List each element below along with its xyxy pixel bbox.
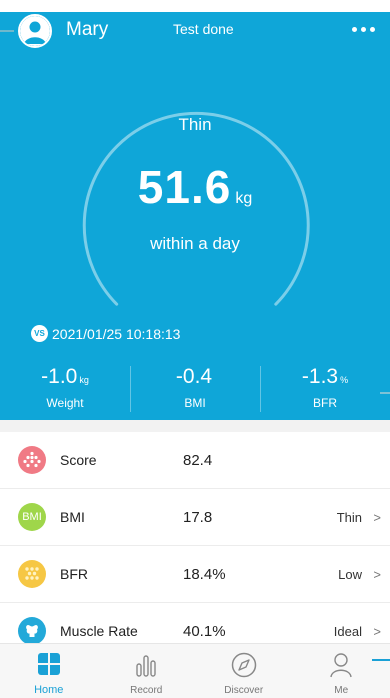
diff-bfr-value: -1.3 bbox=[301, 365, 339, 388]
comparison-diffs: -1.0 kg Weight -0.4 BMI -1.3% BFR bbox=[0, 364, 390, 414]
diff-bmi-value: -0.4 bbox=[175, 365, 213, 388]
nav-home-label: Home bbox=[34, 684, 64, 696]
comparison-date: 2021/01/25 10:18:13 bbox=[52, 325, 181, 342]
home-grid-icon bbox=[37, 653, 60, 675]
metric-value: 18.4% bbox=[183, 565, 226, 583]
metric-name: BMI bbox=[60, 509, 85, 525]
comparison-date-row[interactable]: VS 2021/01/25 10:18:13 bbox=[31, 325, 180, 342]
metric-name: Score bbox=[60, 452, 97, 468]
diff-weight: -1.0 kg Weight bbox=[0, 364, 130, 414]
weight-unit: kg bbox=[235, 190, 253, 207]
nav-discover-label: Discover bbox=[224, 685, 264, 696]
bmi-icon: BMI bbox=[18, 503, 46, 531]
diff-bmi-label: BMI bbox=[184, 396, 206, 410]
metric-value: 82.4 bbox=[183, 451, 213, 469]
edge-marker-right bbox=[380, 392, 390, 394]
nav-home[interactable]: Home bbox=[0, 644, 98, 698]
metric-name: BFR bbox=[60, 566, 88, 582]
nav-discover[interactable]: Discover bbox=[195, 644, 293, 698]
vs-icon: VS bbox=[31, 325, 48, 342]
weight-display: 51.6 kg bbox=[0, 160, 390, 214]
metrics-list: Score 82.4 BMI BMI 17.8 Thin > BFR 18.4%… bbox=[0, 432, 390, 660]
person-icon bbox=[330, 653, 352, 678]
bfr-icon bbox=[18, 560, 46, 588]
muscle-icon bbox=[18, 617, 46, 645]
metric-row-bmi[interactable]: BMI BMI 17.8 Thin > bbox=[0, 489, 390, 546]
diff-bmi: -0.4 BMI bbox=[130, 364, 260, 414]
section-gap bbox=[0, 420, 390, 432]
diff-bfr: -1.3% BFR bbox=[260, 364, 390, 414]
edge-marker-nav bbox=[372, 659, 390, 661]
metric-value: 17.8 bbox=[183, 508, 213, 526]
record-bars-icon bbox=[136, 655, 156, 677]
period-label: within a day bbox=[150, 234, 240, 253]
chevron-right-icon: > bbox=[373, 509, 381, 525]
summary-panel: Mary Test done Thin 51.6 kg within a day … bbox=[0, 0, 390, 420]
nav-me[interactable]: Me bbox=[293, 644, 390, 698]
nav-me-label: Me bbox=[334, 685, 349, 696]
metric-value: 40.1% bbox=[183, 622, 226, 640]
bottom-navigation: Home Record Discover Me bbox=[0, 643, 390, 698]
metric-level: Low bbox=[338, 566, 362, 582]
weight-value: 51.6 bbox=[137, 161, 232, 213]
score-icon bbox=[18, 446, 46, 474]
metric-name: Muscle Rate bbox=[60, 623, 138, 639]
diff-bfr-label: BFR bbox=[313, 396, 337, 410]
diff-weight-value: -1.0 bbox=[41, 365, 78, 388]
chevron-right-icon: > bbox=[373, 623, 381, 639]
metric-level: Ideal bbox=[333, 623, 362, 639]
metric-row-score[interactable]: Score 82.4 bbox=[0, 432, 390, 489]
chevron-right-icon: > bbox=[373, 566, 381, 582]
nav-record-label: Record bbox=[130, 685, 163, 696]
compass-icon bbox=[231, 652, 256, 678]
metric-row-bfr[interactable]: BFR 18.4% Low > bbox=[0, 546, 390, 603]
diff-weight-label: Weight bbox=[46, 396, 84, 410]
diff-bfr-unit: % bbox=[340, 375, 349, 385]
diff-weight-unit: kg bbox=[79, 375, 89, 385]
body-status-label: Thin bbox=[178, 115, 212, 134]
metric-level: Thin bbox=[336, 509, 362, 525]
nav-record[interactable]: Record bbox=[98, 644, 196, 698]
